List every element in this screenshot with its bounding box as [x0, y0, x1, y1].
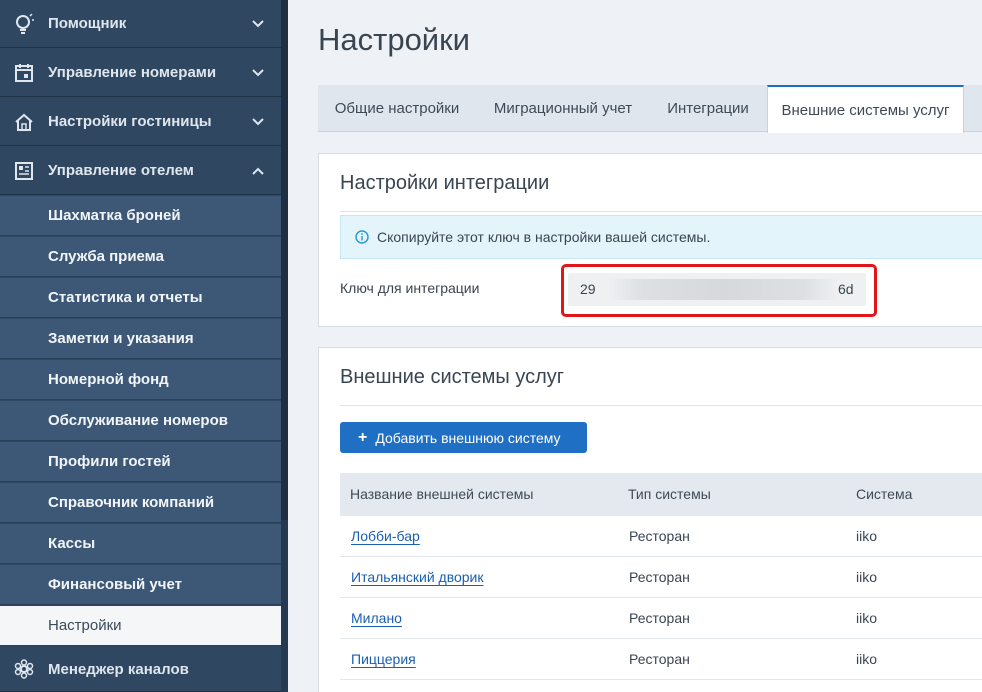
calendar-icon — [12, 61, 36, 85]
sidebar-group-label: Настройки гостиницы — [48, 113, 212, 130]
sidebar-item-label: Финансовый учет — [48, 576, 182, 593]
sidebar-item-front-desk[interactable]: Служба приема — [0, 237, 281, 277]
sidebar-group-hotel-settings[interactable]: Настройки гостиницы — [0, 98, 281, 146]
alert-text: Скопируйте этот ключ в настройки вашей с… — [377, 229, 711, 245]
info-alert: Скопируйте этот ключ в настройки вашей с… — [340, 215, 982, 259]
chevron-down-icon — [251, 17, 265, 31]
chevron-down-icon — [251, 115, 265, 129]
sidebar-item-booking-chart[interactable]: Шахматка броней — [0, 196, 281, 236]
system-name-link[interactable]: Милано — [351, 610, 402, 626]
info-icon — [355, 230, 369, 244]
tab-migration[interactable]: Миграционный учет — [476, 85, 650, 132]
external-title: Внешние системы услуг — [340, 366, 565, 388]
integration-title: Настройки интеграции — [340, 172, 550, 194]
tab-general[interactable]: Общие настройки — [318, 85, 476, 132]
sidebar-group-label: Менеджер каналов — [48, 660, 189, 678]
sidebar-item-guest-profiles[interactable]: Профили гостей — [0, 442, 281, 482]
system-name-link[interactable]: Лобби-бар — [351, 528, 420, 544]
system-name-link[interactable]: Итальянский дворик — [351, 569, 484, 585]
system-type: Ресторан — [629, 610, 690, 626]
external-systems-card: Внешние системы услуг + Добавить внешнюю… — [318, 347, 982, 692]
divider — [340, 405, 982, 406]
tab-external-systems[interactable]: Внешние системы услуг — [767, 85, 964, 133]
key-start: 29 — [580, 281, 596, 297]
system-value: iiko — [856, 569, 878, 585]
sidebar-item-label: Кассы — [48, 535, 96, 552]
integration-key-field[interactable]: 29 6d — [568, 273, 866, 306]
divider — [340, 211, 982, 212]
column-name[interactable]: Название внешней системы — [350, 486, 533, 502]
system-type: Ресторан — [629, 651, 690, 667]
sidebar-item-label: Профили гостей — [48, 453, 171, 470]
integration-settings-card: Настройки интеграции Скопируйте этот клю… — [318, 153, 982, 327]
system-value: iiko — [856, 528, 878, 544]
key-end: 6d — [838, 281, 854, 297]
add-button-label: Добавить внешнюю систему — [375, 429, 561, 446]
sidebar-item-housekeeping[interactable]: Обслуживание номеров — [0, 401, 281, 441]
sidebar-item-cash-desks[interactable]: Кассы — [0, 524, 281, 564]
sidebar-group-assistant[interactable]: Помощник — [0, 0, 281, 48]
sidebar-group-rooms[interactable]: Управление номерами — [0, 49, 281, 97]
chevron-down-icon — [251, 66, 265, 80]
system-value: iiko — [856, 610, 878, 626]
system-name-link[interactable]: Пиццерия — [351, 651, 416, 667]
sidebar-item-label: Статистика и отчеты — [48, 289, 203, 306]
lightbulb-icon — [12, 12, 36, 36]
key-redacted — [608, 279, 838, 300]
system-type: Ресторан — [629, 528, 690, 544]
sidebar-item-label: Обслуживание номеров — [48, 412, 228, 429]
sidebar-item-notes[interactable]: Заметки и указания — [0, 319, 281, 359]
hotel-grid-icon — [12, 159, 36, 183]
page-title: Настройки — [318, 22, 471, 57]
sidebar: Помощник Управление номерами Настройки г… — [0, 0, 288, 692]
column-type[interactable]: Тип системы — [628, 486, 711, 502]
sidebar-item-room-stock[interactable]: Номерной фонд — [0, 360, 281, 400]
main-content: Настройки Общие настройки Миграционный у… — [288, 0, 982, 692]
sidebar-item-finance[interactable]: Финансовый учет — [0, 565, 281, 605]
system-value: iiko — [856, 651, 878, 667]
table-row: Милано Ресторан iiko — [340, 598, 982, 639]
table-header: Название внешней системы Тип системы Сис… — [340, 473, 982, 516]
sidebar-item-label: Заметки и указания — [48, 330, 194, 347]
chevron-up-icon — [251, 164, 265, 178]
sidebar-scrollbar-thumb[interactable] — [281, 0, 288, 520]
sidebar-group-channel-manager[interactable]: Менеджер каналов — [0, 647, 281, 692]
home-icon — [12, 110, 36, 134]
sidebar-group-label: Управление номерами — [48, 64, 217, 81]
column-system[interactable]: Система — [856, 486, 912, 502]
sidebar-item-statistics[interactable]: Статистика и отчеты — [0, 278, 281, 318]
table-row: Лобби-бар Ресторан iiko — [340, 516, 982, 557]
system-type: Ресторан — [629, 569, 690, 585]
channels-icon — [12, 657, 36, 681]
sidebar-item-label: Настройки — [48, 617, 122, 634]
table-row: Итальянский дворик Ресторан iiko — [340, 557, 982, 598]
settings-tabs: Общие настройки Миграционный учет Интегр… — [318, 85, 982, 133]
sidebar-group-label: Управление отелем — [48, 162, 194, 179]
table-row: Пиццерия Ресторан iiko — [340, 639, 982, 680]
sidebar-item-label: Справочник компаний — [48, 494, 215, 511]
sidebar-item-label: Шахматка броней — [48, 207, 181, 224]
tab-integrations[interactable]: Интеграции — [650, 85, 766, 132]
sidebar-group-hotel-management[interactable]: Управление отелем — [0, 147, 281, 195]
sidebar-item-settings[interactable]: Настройки — [0, 606, 281, 646]
sidebar-item-label: Служба приема — [48, 248, 164, 265]
sidebar-item-companies[interactable]: Справочник компаний — [0, 483, 281, 523]
add-external-system-button[interactable]: + Добавить внешнюю систему — [340, 422, 587, 453]
plus-icon: + — [358, 428, 368, 446]
sidebar-group-label: Помощник — [48, 15, 127, 32]
sidebar-item-label: Номерной фонд — [48, 371, 169, 388]
integration-key-label: Ключ для интеграции — [340, 280, 480, 296]
